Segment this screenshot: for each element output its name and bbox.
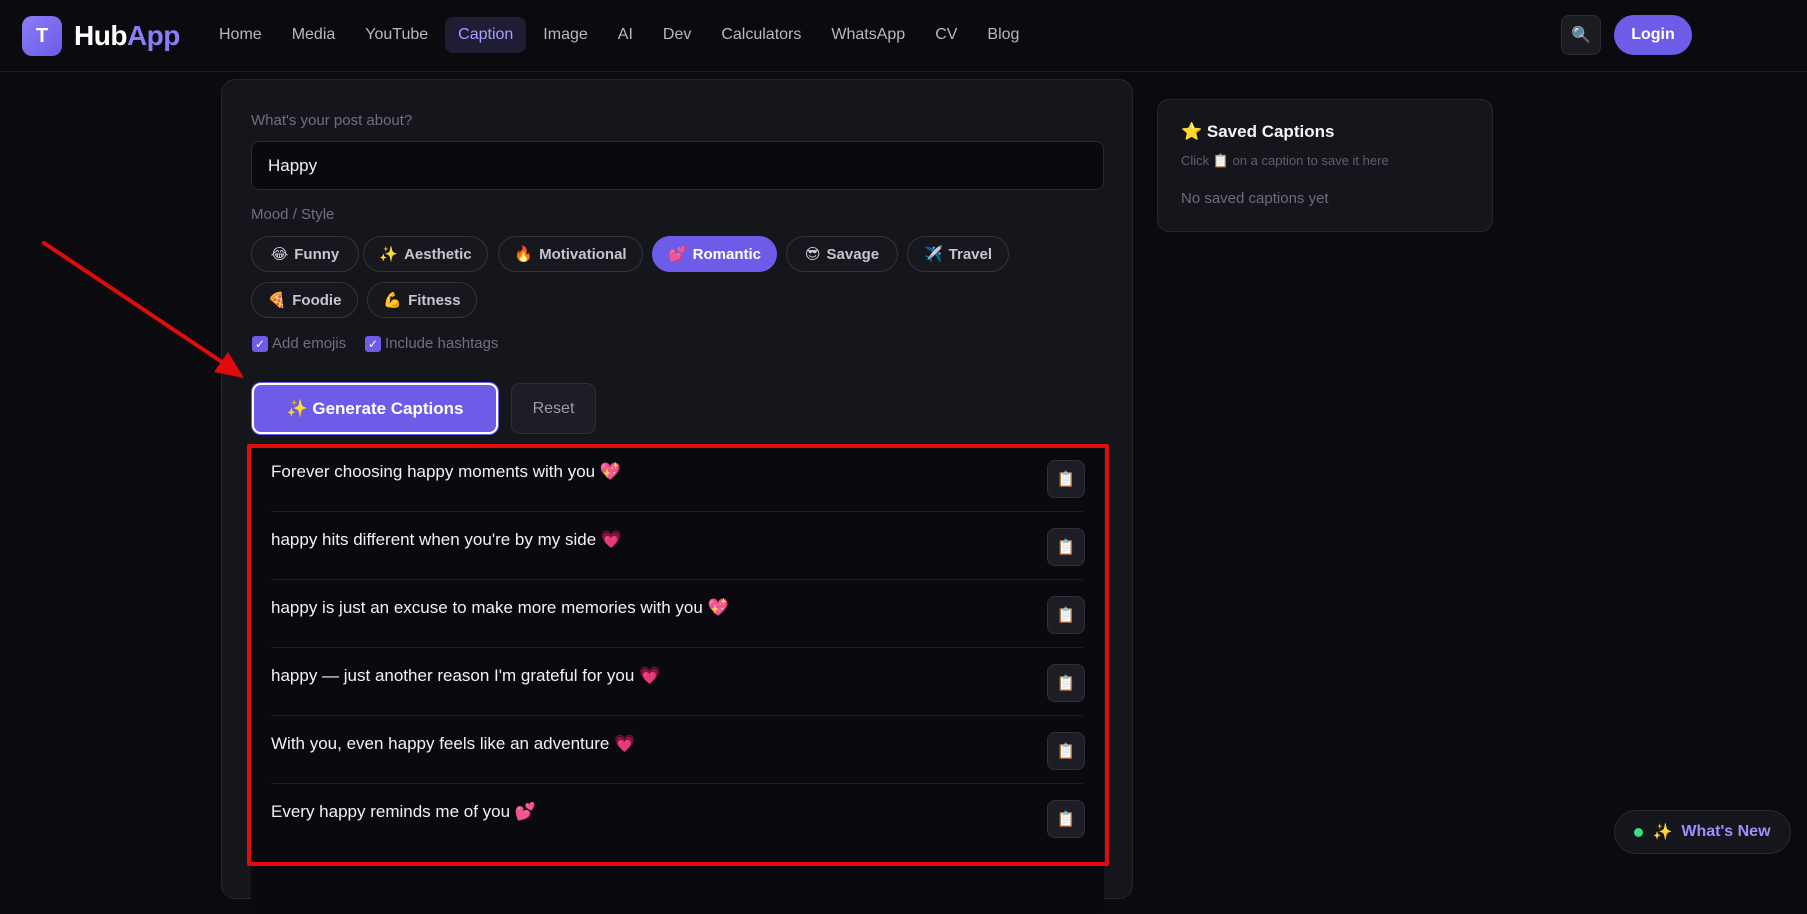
nav-media[interactable]: Media xyxy=(279,17,349,53)
generate-captions-button[interactable]: ✨ Generate Captions xyxy=(252,383,498,434)
list-item: happy is just an excuse to make more mem… xyxy=(271,580,1085,648)
logo-text: HubApp xyxy=(74,20,180,52)
nav-caption[interactable]: Caption xyxy=(445,17,527,53)
sparkles-icon: ✨ xyxy=(1652,824,1673,841)
sunglasses-face-icon: 😎 xyxy=(804,246,821,263)
search-button[interactable]: 🔍 xyxy=(1561,15,1601,55)
saved-captions-title: ⭐ Saved Captions xyxy=(1181,122,1335,141)
mood-chip-label: Travel xyxy=(948,245,993,263)
add-emojis-label: Add emojis xyxy=(272,335,347,352)
mood-chip-label: Fitness xyxy=(408,291,461,309)
logo[interactable]: T HubApp xyxy=(22,16,180,56)
mood-chip-label: Motivational xyxy=(539,245,627,263)
whats-new-label: What's New xyxy=(1681,823,1771,840)
topic-label: What's your post about? xyxy=(251,112,413,129)
laughing-face-icon: 😂 xyxy=(270,246,289,263)
flexed-biceps-icon: 💪 xyxy=(383,292,403,309)
list-item: happy — just another reason I'm grateful… xyxy=(271,648,1085,716)
saved-captions-hint: Click 📋 on a caption to save it here xyxy=(1181,153,1389,168)
list-item: Every happy reminds me of you 💕 📋 xyxy=(271,784,1085,852)
mood-chip-travel[interactable]: ✈️ Travel xyxy=(907,236,1009,272)
caption-text: happy hits different when you're by my s… xyxy=(271,530,623,549)
whats-new-button[interactable]: ✨ What's New xyxy=(1614,810,1791,854)
logo-badge: T xyxy=(22,16,62,56)
clipboard-icon: 📋 xyxy=(1056,675,1076,692)
clipboard-icon: 📋 xyxy=(1056,471,1076,488)
caption-results-list: Forever choosing happy moments with you … xyxy=(251,444,1104,914)
pizza-icon: 🍕 xyxy=(267,292,287,309)
copy-button[interactable]: 📋 xyxy=(1047,596,1085,634)
mood-chip-savage[interactable]: 😎 Savage xyxy=(786,236,898,272)
mood-chip-fitness[interactable]: 💪 Fitness xyxy=(367,282,477,318)
nav-image[interactable]: Image xyxy=(530,17,600,53)
clipboard-icon: 📋 xyxy=(1056,743,1076,760)
nav-cv[interactable]: CV xyxy=(922,17,970,53)
clipboard-icon: 📋 xyxy=(1056,539,1076,556)
mood-chip-romantic[interactable]: 💕 Romantic xyxy=(652,236,777,272)
list-item: happy hits different when you're by my s… xyxy=(271,512,1085,580)
nav-blog[interactable]: Blog xyxy=(974,17,1032,53)
logo-hub: Hub xyxy=(74,20,127,51)
clipboard-icon: 📋 xyxy=(1056,607,1076,624)
saved-captions-empty: No saved captions yet xyxy=(1181,190,1329,207)
nav-dev[interactable]: Dev xyxy=(650,17,704,53)
mood-label: Mood / Style xyxy=(251,206,335,223)
add-emojis-option[interactable]: ✓ Add emojis xyxy=(252,335,346,352)
search-icon: 🔍 xyxy=(1571,27,1591,44)
copy-button[interactable]: 📋 xyxy=(1047,664,1085,702)
saved-captions-panel: ⭐ Saved Captions Click 📋 on a caption to… xyxy=(1157,99,1493,232)
caption-text: happy — just another reason I'm grateful… xyxy=(271,666,661,685)
nav-whatsapp[interactable]: WhatsApp xyxy=(818,17,918,53)
mood-chip-aesthetic[interactable]: ✨ Aesthetic xyxy=(363,236,488,272)
add-emojis-checkbox[interactable]: ✓ xyxy=(252,335,268,352)
mood-chip-foodie[interactable]: 🍕 Foodie xyxy=(251,282,358,318)
caption-text: happy is just an excuse to make more mem… xyxy=(271,598,729,617)
include-hashtags-option[interactable]: ✓ Include hashtags xyxy=(365,335,498,352)
caption-generator-card: What's your post about? Mood / Style 😂 F… xyxy=(221,79,1133,914)
nav-ai[interactable]: AI xyxy=(605,17,646,53)
reset-button[interactable]: Reset xyxy=(511,383,596,434)
nav-youtube[interactable]: YouTube xyxy=(352,17,441,53)
caption-text: Every happy reminds me of you 💕 xyxy=(271,802,536,821)
include-hashtags-label: Include hashtags xyxy=(385,335,499,352)
mood-chip-label: Foodie xyxy=(292,291,342,309)
caption-text: With you, even happy feels like an adven… xyxy=(271,734,636,753)
clipboard-icon: 📋 xyxy=(1056,811,1076,828)
copy-button[interactable]: 📋 xyxy=(1047,800,1085,838)
list-item: Forever choosing happy moments with you … xyxy=(271,444,1085,512)
login-button[interactable]: Login xyxy=(1614,15,1692,55)
status-dot xyxy=(1634,827,1644,837)
nav-home[interactable]: Home xyxy=(206,17,275,53)
caption-text: Forever choosing happy moments with you … xyxy=(271,462,621,481)
main-nav: Home Media YouTube Caption Image AI Dev … xyxy=(206,16,1032,54)
mood-chip-motivational[interactable]: 🔥 Motivational xyxy=(498,236,643,272)
airplane-icon: ✈️ xyxy=(923,246,943,263)
list-item: With you, even happy feels like an adven… xyxy=(271,716,1085,784)
copy-button[interactable]: 📋 xyxy=(1047,732,1085,770)
hearts-icon: 💕 xyxy=(667,246,687,263)
mood-chip-label: Savage xyxy=(826,245,880,263)
mood-chip-funny[interactable]: 😂 Funny xyxy=(251,236,359,272)
include-hashtags-checkbox[interactable]: ✓ xyxy=(365,335,381,352)
sparkles-icon: ✨ xyxy=(379,246,399,263)
copy-button[interactable]: 📋 xyxy=(1047,528,1085,566)
mood-chip-label: Aesthetic xyxy=(404,245,472,263)
logo-app: App xyxy=(126,20,180,51)
copy-button[interactable]: 📋 xyxy=(1047,460,1085,498)
top-header: T HubApp Home Media YouTube Caption Imag… xyxy=(0,0,1807,72)
mood-chip-label: Funny xyxy=(294,245,340,263)
nav-calculators[interactable]: Calculators xyxy=(708,17,814,53)
fire-icon: 🔥 xyxy=(514,246,534,263)
mood-chip-label: Romantic xyxy=(692,245,762,263)
topic-input[interactable] xyxy=(251,141,1104,190)
